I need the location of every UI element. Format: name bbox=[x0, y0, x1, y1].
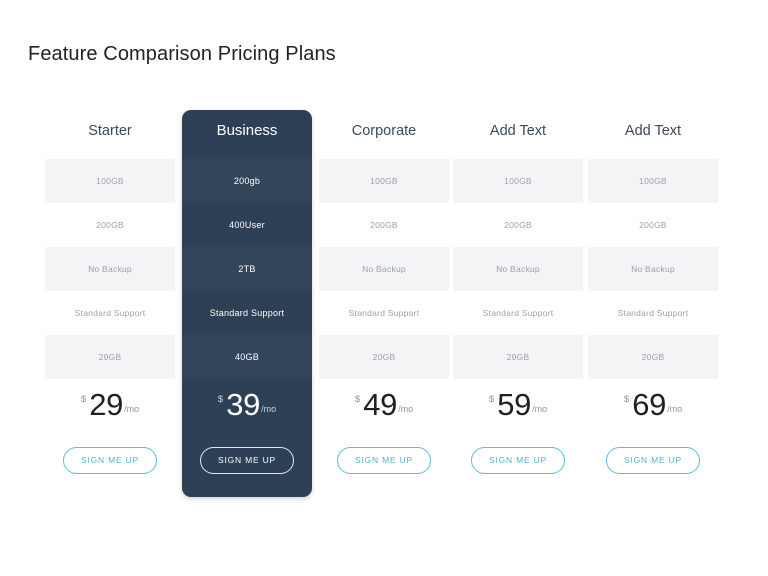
plan-feature-list: 200gb 400User 2TB Standard Support 40GB bbox=[182, 159, 312, 379]
plan-price: $69/mo bbox=[588, 387, 718, 433]
plan-feature-item: Standard Support bbox=[482, 308, 554, 318]
signup-button-wrapper: SIGN ME UP bbox=[453, 447, 583, 474]
signup-button-wrapper: SIGN ME UP bbox=[588, 447, 718, 474]
plan-feature-item: 100GB bbox=[45, 159, 175, 203]
plan-feature-list: 100GB 200GB No Backup Standard Support 2… bbox=[45, 159, 175, 379]
price-currency-symbol: $ bbox=[217, 394, 224, 405]
plan-card-add-text-2[interactable]: Add Text 100GB 200GB No Backup Standard … bbox=[588, 110, 718, 497]
plan-name: Corporate bbox=[351, 123, 417, 139]
sign-me-up-button[interactable]: SIGN ME UP bbox=[606, 447, 700, 474]
sign-me-up-button[interactable]: SIGN ME UP bbox=[471, 447, 565, 474]
plan-name: Add Text bbox=[489, 123, 547, 139]
plan-price: $29/mo bbox=[45, 387, 175, 433]
plan-feature-item: 20GB bbox=[319, 335, 449, 379]
plan-feature-item: Standard Support bbox=[348, 308, 420, 318]
plan-feature-item: 2TB bbox=[182, 247, 312, 291]
price-currency-symbol: $ bbox=[623, 394, 630, 405]
signup-button-wrapper: SIGN ME UP bbox=[45, 447, 175, 474]
plan-feature-item: 20GB bbox=[45, 335, 175, 379]
plan-feature-item: 40GB bbox=[182, 335, 312, 379]
plan-price: $39/mo bbox=[182, 387, 312, 433]
page-title: Feature Comparison Pricing Plans bbox=[28, 43, 336, 66]
plan-feature-item: No Backup bbox=[453, 247, 583, 291]
price-period: /mo bbox=[532, 404, 548, 414]
plan-feature-item: Standard Support bbox=[617, 308, 689, 318]
plan-feature-item: 20GB bbox=[588, 335, 718, 379]
plan-feature-item: No Backup bbox=[588, 247, 718, 291]
plan-card-starter[interactable]: Starter 100GB 200GB No Backup Standard S… bbox=[45, 110, 175, 497]
sign-me-up-button[interactable]: SIGN ME UP bbox=[337, 447, 431, 474]
plan-feature-item: 100GB bbox=[319, 159, 449, 203]
plan-price: $59/mo bbox=[453, 387, 583, 433]
plan-feature-item: 100GB bbox=[453, 159, 583, 203]
pricing-plans-grid: Starter 100GB 200GB No Backup Standard S… bbox=[0, 110, 768, 505]
plan-card-corporate[interactable]: Corporate 100GB 200GB No Backup Standard… bbox=[319, 110, 449, 497]
price-amount: 49 bbox=[363, 387, 398, 422]
sign-me-up-button[interactable]: SIGN ME UP bbox=[63, 447, 157, 474]
plan-feature-item: 200GB bbox=[370, 220, 398, 230]
price-period: /mo bbox=[398, 404, 414, 414]
plan-feature-item: No Backup bbox=[319, 247, 449, 291]
price-amount: 69 bbox=[632, 387, 667, 422]
plan-price: $49/mo bbox=[319, 387, 449, 433]
sign-me-up-button[interactable]: SIGN ME UP bbox=[200, 447, 294, 474]
plan-feature-item: 400User bbox=[229, 220, 265, 230]
plan-feature-item: Standard Support bbox=[74, 308, 146, 318]
price-amount: 59 bbox=[497, 387, 532, 422]
price-currency-symbol: $ bbox=[354, 394, 361, 405]
plan-name: Business bbox=[216, 122, 278, 139]
price-currency-symbol: $ bbox=[488, 394, 495, 405]
plan-feature-item: 200GB bbox=[504, 220, 532, 230]
plan-feature-list: 100GB 200GB No Backup Standard Support 2… bbox=[588, 159, 718, 379]
plan-feature-list: 100GB 200GB No Backup Standard Support 2… bbox=[453, 159, 583, 379]
signup-button-wrapper: SIGN ME UP bbox=[319, 447, 449, 474]
price-period: /mo bbox=[667, 404, 683, 414]
plan-name: Starter bbox=[88, 123, 132, 139]
price-period: /mo bbox=[124, 404, 140, 414]
plan-card-add-text-1[interactable]: Add Text 100GB 200GB No Backup Standard … bbox=[453, 110, 583, 497]
plan-feature-item: 200GB bbox=[639, 220, 667, 230]
plan-name: Add Text bbox=[624, 123, 682, 139]
plan-feature-list: 100GB 200GB No Backup Standard Support 2… bbox=[319, 159, 449, 379]
price-amount: 39 bbox=[226, 387, 261, 422]
plan-feature-item: 200GB bbox=[96, 220, 124, 230]
price-period: /mo bbox=[261, 404, 277, 414]
plan-feature-item: Standard Support bbox=[209, 308, 285, 318]
plan-feature-item: 200gb bbox=[182, 159, 312, 203]
plan-feature-item: No Backup bbox=[45, 247, 175, 291]
price-currency-symbol: $ bbox=[80, 394, 87, 405]
price-amount: 29 bbox=[89, 387, 124, 422]
plan-feature-item: 20GB bbox=[453, 335, 583, 379]
plan-feature-item: 100GB bbox=[588, 159, 718, 203]
signup-button-wrapper: SIGN ME UP bbox=[182, 447, 312, 474]
plan-card-business[interactable]: Business 200gb 400User 2TB Standard Supp… bbox=[182, 110, 312, 497]
